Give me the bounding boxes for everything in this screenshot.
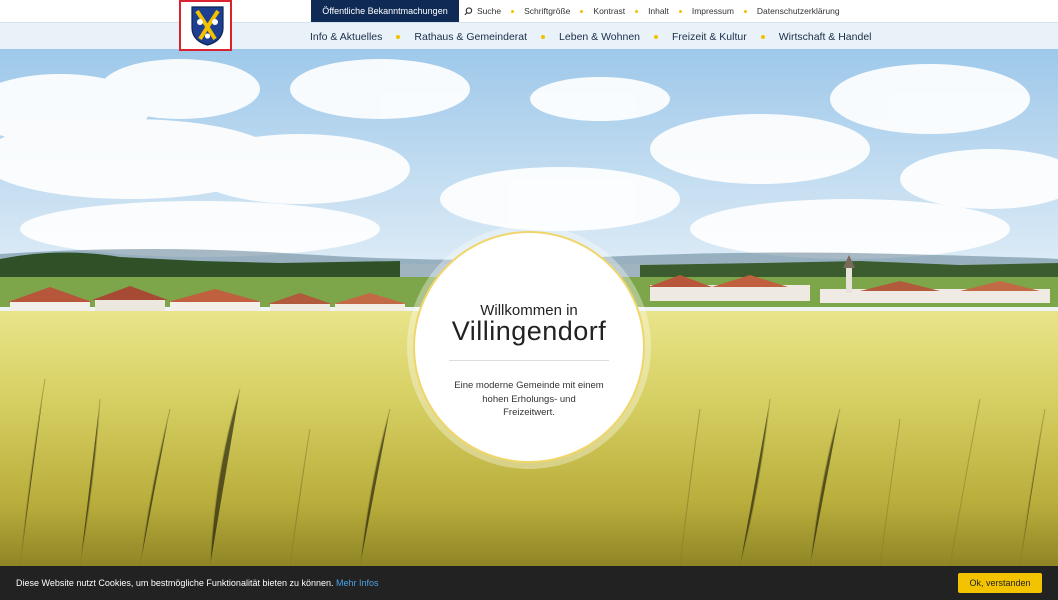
town-name: Villingendorf	[451, 316, 607, 346]
hero-banner: Willkommen in Villingendorf Eine moderne…	[0, 49, 1058, 566]
separator-dot	[654, 34, 659, 39]
nav-item-freizeit[interactable]: Freizeit & Kultur	[672, 31, 747, 43]
privacy-link[interactable]: Datenschutzerklärung	[757, 6, 840, 16]
search-link[interactable]: Suche	[464, 6, 501, 16]
coat-of-arms-icon	[191, 6, 224, 46]
welcome-circle: Willkommen in Villingendorf Eine moderne…	[413, 231, 645, 463]
search-label: Suche	[477, 6, 502, 16]
site-logo[interactable]	[179, 0, 232, 51]
nav-item-wirtschaft[interactable]: Wirtschaft & Handel	[779, 31, 872, 43]
tagline-line-1: Eine moderne Gemeinde mit einem	[454, 380, 604, 391]
tagline-line-3: Freizeitwert.	[503, 407, 555, 418]
top-utility-bar: Öffentliche Bekanntmachungen Suche Schri…	[0, 0, 1058, 51]
main-navigation: Info & Aktuelles Rathaus & Gemeinderat L…	[0, 22, 1058, 49]
search-icon	[464, 6, 473, 15]
fontsize-link[interactable]: Schriftgröße	[524, 6, 570, 16]
imprint-link[interactable]: Impressum	[692, 6, 734, 16]
tagline: Eine moderne Gemeinde mit einem hohen Er…	[453, 379, 605, 420]
separator-dot	[678, 9, 682, 13]
cookie-message: Diese Website nutzt Cookies, um bestmögl…	[16, 566, 379, 600]
tagline-line-2: hohen Erholungs- und	[482, 393, 576, 405]
utility-menu: Suche Schriftgröße Kontrast Inhalt Impre…	[464, 0, 840, 22]
separator-dot	[541, 34, 546, 39]
cookie-banner: Diese Website nutzt Cookies, um bestmögl…	[0, 566, 1058, 600]
more-info-link[interactable]: Mehr Infos	[336, 578, 379, 588]
nav-item-rathaus[interactable]: Rathaus & Gemeinderat	[414, 31, 527, 43]
public-notices-button[interactable]: Öffentliche Bekanntmachungen	[311, 0, 459, 22]
contrast-link[interactable]: Kontrast	[593, 6, 625, 16]
separator-dot	[396, 34, 401, 39]
cookie-text: Diese Website nutzt Cookies, um bestmögl…	[16, 578, 337, 588]
separator-dot	[635, 9, 639, 13]
nav-item-leben[interactable]: Leben & Wohnen	[559, 31, 640, 43]
divider	[449, 360, 609, 361]
separator-dot	[511, 9, 515, 13]
separator-dot	[743, 9, 747, 13]
separator-dot	[760, 34, 765, 39]
separator-dot	[580, 9, 584, 13]
nav-item-info[interactable]: Info & Aktuelles	[310, 31, 382, 43]
content-link[interactable]: Inhalt	[648, 6, 669, 16]
cookie-accept-button[interactable]: Ok, verstanden	[958, 573, 1042, 593]
